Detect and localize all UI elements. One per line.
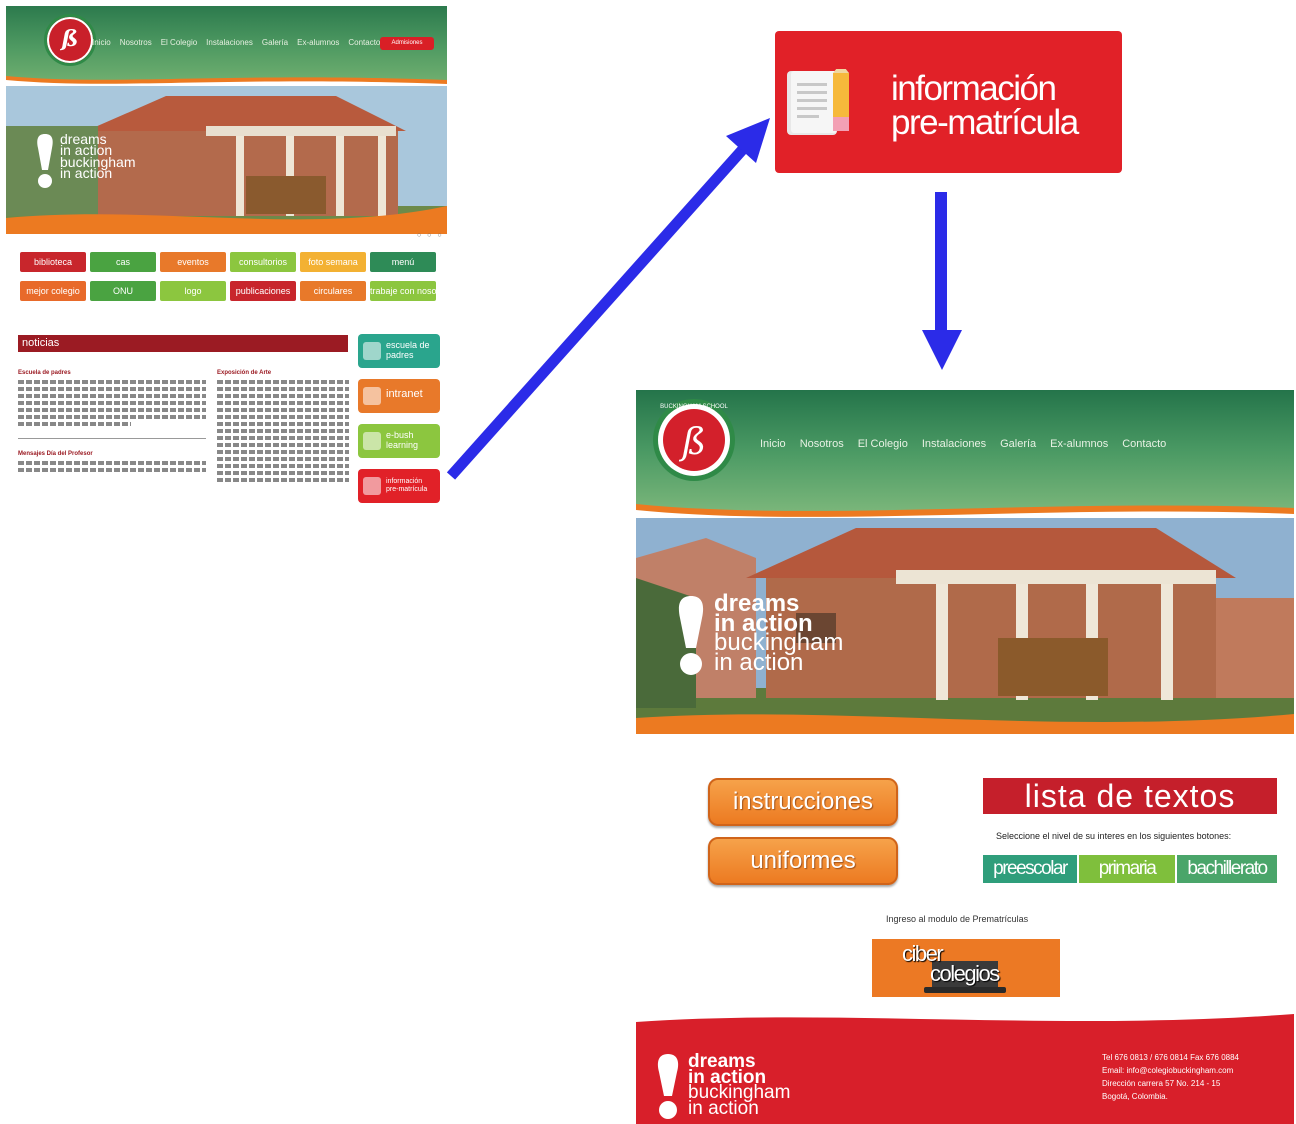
uniformes-button[interactable]: uniformes [708, 837, 898, 885]
footer-email[interactable]: Email: info@colegiobuckingham.com [1102, 1064, 1239, 1077]
lista-de-textos-banner: lista de textos [983, 778, 1277, 814]
nav-inicio[interactable]: Inicio [760, 438, 786, 450]
nav-instalaciones[interactable]: Instalaciones [922, 438, 986, 450]
footer-slogan-mark [654, 1054, 682, 1120]
nav-exalumnos[interactable]: Ex-alumnos [1050, 438, 1108, 450]
footer-slogan: dreams in action buckingham in action [688, 1051, 791, 1119]
svg-text:ß: ß [678, 422, 706, 463]
select-level-instructions: Seleccione el nivel de su interes en los… [996, 831, 1232, 841]
prematricula-badge[interactable]: información pre-matrícula [775, 31, 1122, 173]
big-nav: Inicio Nosotros El Colegio Instalaciones… [760, 438, 1166, 450]
footer-address: Dirección carrera 57 No. 214 - 15 [1102, 1079, 1221, 1088]
instrucciones-button[interactable]: instrucciones [708, 778, 898, 826]
prematriculas-module-label: Ingreso al modulo de Prematrículas [886, 914, 1029, 924]
slogan-mark [674, 596, 708, 676]
hero-slogan: dreams in action buckingham in action [714, 590, 844, 677]
colegios-text: colegios [930, 961, 1000, 986]
cibercolegios-button[interactable]: ciber colegios [872, 939, 1060, 997]
svg-text:BUCKINGHAM SCHOOL: BUCKINGHAM SCHOOL [660, 404, 728, 410]
document-pencil-icon [787, 69, 849, 135]
nav-galeria[interactable]: Galería [1000, 438, 1036, 450]
down-arrow-head [922, 330, 962, 370]
footer-city: Bogotá, Colombia. [1102, 1092, 1168, 1101]
footer-contact: Tel 676 0813 / 676 0814 Fax 676 0884 Ema… [1102, 1051, 1239, 1103]
preescolar-button[interactable]: preescolar [983, 855, 1077, 883]
prematricula-page-screenshot: ß BUCKINGHAM SCHOOL Inicio Nosotros El C… [636, 390, 1294, 1124]
school-logo[interactable]: ß BUCKINGHAM SCHOOL [652, 398, 736, 482]
badge-title-line2: pre-matrícula [891, 103, 1079, 142]
badge-title-line1: información [891, 69, 1057, 108]
nav-contacto[interactable]: Contacto [1122, 438, 1166, 450]
footer-phone: Tel 676 0813 / 676 0814 Fax 676 0884 [1102, 1053, 1239, 1062]
nav-el-colegio[interactable]: El Colegio [858, 438, 908, 450]
bachillerato-button[interactable]: bachillerato [1177, 855, 1277, 883]
primaria-button[interactable]: primaria [1079, 855, 1175, 883]
nav-nosotros[interactable]: Nosotros [800, 438, 844, 450]
